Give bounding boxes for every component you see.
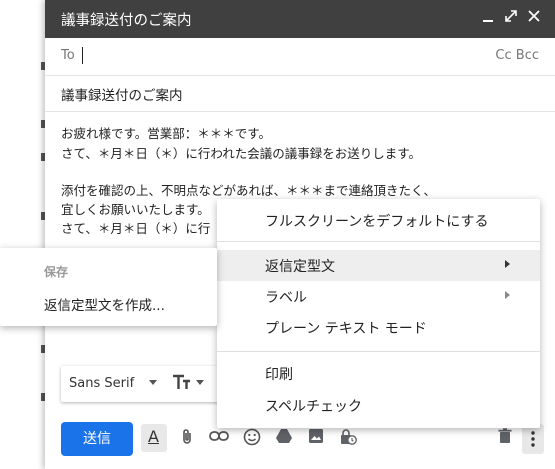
cc-bcc-link[interactable]: Cc Bcc: [495, 48, 539, 63]
subject-row[interactable]: 議事録送付のご案内: [45, 75, 555, 112]
menu-item-label: 返信定型文: [265, 259, 335, 275]
drive-icon[interactable]: [274, 428, 294, 448]
menu-item-spellcheck[interactable]: スペルチェック: [217, 390, 540, 421]
menu-item-label: プレーン テキスト モード: [265, 321, 427, 337]
formatting-options-button[interactable]: A: [141, 424, 167, 452]
menu-divider: [217, 241, 540, 242]
font-family-select[interactable]: Sans Serif: [69, 376, 134, 391]
background-page: [0, 0, 47, 469]
chevron-right-icon: [505, 291, 510, 299]
body-line: 宜しくお願いいたします。: [61, 202, 210, 217]
minimize-icon[interactable]: [480, 9, 496, 27]
menu-item-label: 印刷: [265, 367, 293, 383]
body-line: 添付を確認の上、不明点などがあれば、＊＊＊まで連絡頂きたく、: [61, 183, 437, 198]
menu-item-label: ラベル: [265, 290, 307, 306]
menu-divider: [217, 351, 540, 352]
more-vert-icon: [531, 431, 535, 451]
send-button[interactable]: 送信: [61, 422, 133, 456]
formatting-toolbar: Sans Serif: [61, 366, 241, 402]
compose-title: 議事録送付のご案内: [61, 13, 192, 29]
compose-titlebar[interactable]: 議事録送付のご案内: [45, 0, 555, 38]
recipients-row[interactable]: To Cc Bcc: [45, 38, 555, 76]
menu-item-label: スペルチェック: [265, 399, 363, 415]
font-size-icon[interactable]: [171, 372, 191, 397]
to-label: To: [61, 48, 75, 63]
menu-item-canned-responses[interactable]: 返信定型文: [217, 250, 540, 281]
menu-item-label-submenu[interactable]: ラベル: [217, 281, 540, 312]
menu-item-print[interactable]: 印刷: [217, 358, 540, 389]
confidential-mode-icon[interactable]: [338, 428, 358, 448]
text-format-icon: A: [148, 427, 159, 446]
attach-icon[interactable]: [177, 428, 197, 448]
menu-item-label: フルスクリーンをデフォルトにする: [265, 214, 489, 230]
chevron-right-icon: [505, 260, 510, 268]
body-line: お疲れ様です。営業部：＊＊＊です。: [61, 126, 272, 141]
menu-item-fullscreen-default[interactable]: フルスクリーンをデフォルトにする: [217, 205, 540, 236]
text-caret: [82, 47, 83, 64]
more-options-menu: フルスクリーンをデフォルトにする 返信定型文 ラベル プレーン テキスト モード…: [217, 199, 540, 428]
chevron-down-icon[interactable]: [196, 380, 204, 385]
body-line: さて、＊月＊日（＊）に行われた会議の議事録をお送りします。: [61, 146, 422, 161]
expand-icon[interactable]: [503, 9, 519, 27]
create-canned-response-item[interactable]: 返信定型文を作成...: [44, 294, 165, 314]
chevron-down-icon[interactable]: [149, 380, 157, 385]
submenu-header-save: 保存: [44, 265, 69, 279]
emoji-icon[interactable]: [242, 428, 262, 448]
subject-field[interactable]: 議事録送付のご案内: [61, 84, 183, 104]
body-line: さて、＊月＊日（＊）に行: [61, 221, 211, 236]
close-icon[interactable]: [526, 9, 542, 27]
photo-icon[interactable]: [306, 428, 326, 448]
canned-responses-submenu: 保存 返信定型文を作成...: [0, 248, 217, 326]
more-options-button[interactable]: [522, 424, 544, 454]
menu-item-plain-text-mode[interactable]: プレーン テキスト モード: [217, 312, 540, 343]
trash-icon[interactable]: [495, 428, 515, 448]
link-icon[interactable]: [209, 428, 229, 448]
